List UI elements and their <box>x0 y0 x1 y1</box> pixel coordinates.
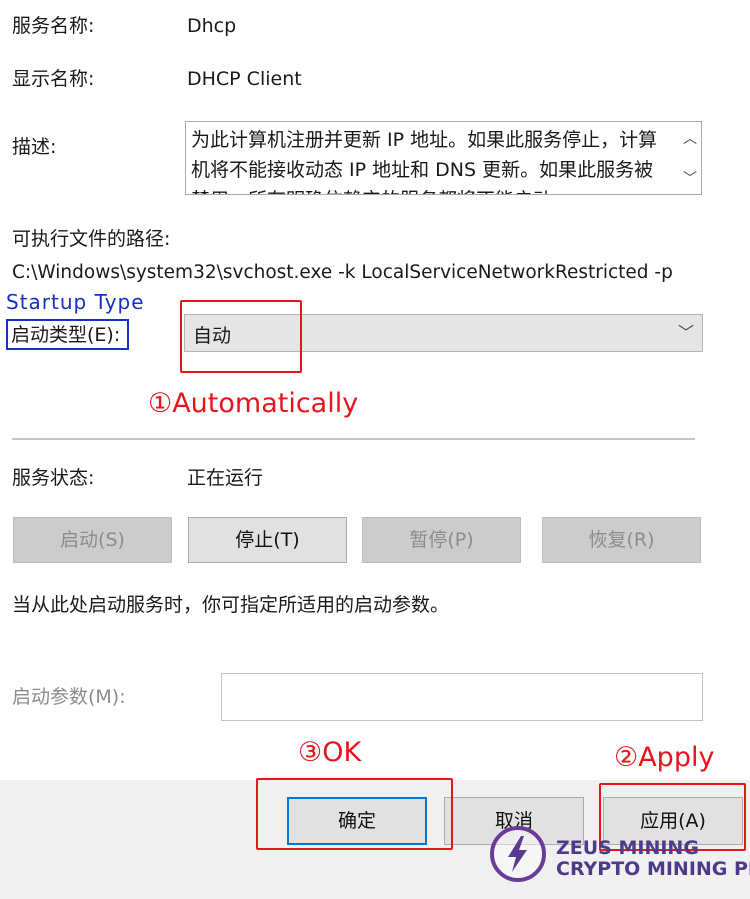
startup-type-annotation: Startup Type <box>6 290 145 314</box>
start-button[interactable]: 启动(S) <box>13 517 172 563</box>
chevron-down-icon[interactable]: ﹀ <box>678 319 694 343</box>
description-label: 描述: <box>12 136 57 158</box>
display-name-label: 显示名称: <box>12 68 95 90</box>
service-name-value: Dhcp <box>187 15 237 37</box>
service-status-value: 正在运行 <box>187 467 264 489</box>
ok-highlight <box>256 778 453 850</box>
resume-button[interactable]: 恢复(R) <box>542 517 701 563</box>
start-params-input[interactable] <box>221 673 703 721</box>
scroll-down-icon[interactable]: ﹀ <box>679 170 701 188</box>
executable-path-label: 可执行文件的路径: <box>12 228 171 250</box>
start-params-label: 启动参数(M): <box>12 686 126 708</box>
description-textbox[interactable]: 为此计算机注册并更新 IP 地址。如果此服务停止，计算机将不能接收动态 IP 地… <box>185 121 702 195</box>
automatically-highlight <box>180 300 302 373</box>
pause-button[interactable]: 暂停(P) <box>362 517 521 563</box>
step3-annotation: ③OK <box>298 737 362 768</box>
start-params-hint: 当从此处启动服务时，你可指定所适用的启动参数。 <box>12 594 450 616</box>
separator-line <box>12 438 695 440</box>
step1-annotation: ①Automatically <box>148 388 359 419</box>
description-scrollbar[interactable]: ︿ ﹀ <box>679 122 701 194</box>
scroll-up-icon[interactable]: ︿ <box>679 130 701 148</box>
service-status-label: 服务状态: <box>12 467 95 489</box>
service-name-label: 服务名称: <box>12 15 95 37</box>
zeus-logo-icon <box>490 826 546 882</box>
executable-path-value: C:\Windows\system32\svchost.exe -k Local… <box>12 262 673 283</box>
watermark-line1: ZEUS MINING <box>556 837 699 859</box>
watermark-line2: CRYPTO MINING PRO <box>556 858 750 880</box>
description-text: 为此计算机注册并更新 IP 地址。如果此服务停止，计算机将不能接收动态 IP 地… <box>191 129 658 194</box>
startup-type-label: 启动类型(E): <box>11 324 121 346</box>
display-name-value: DHCP Client <box>187 68 302 90</box>
stop-button[interactable]: 停止(T) <box>188 517 347 563</box>
step2-annotation: ②Apply <box>614 742 715 773</box>
